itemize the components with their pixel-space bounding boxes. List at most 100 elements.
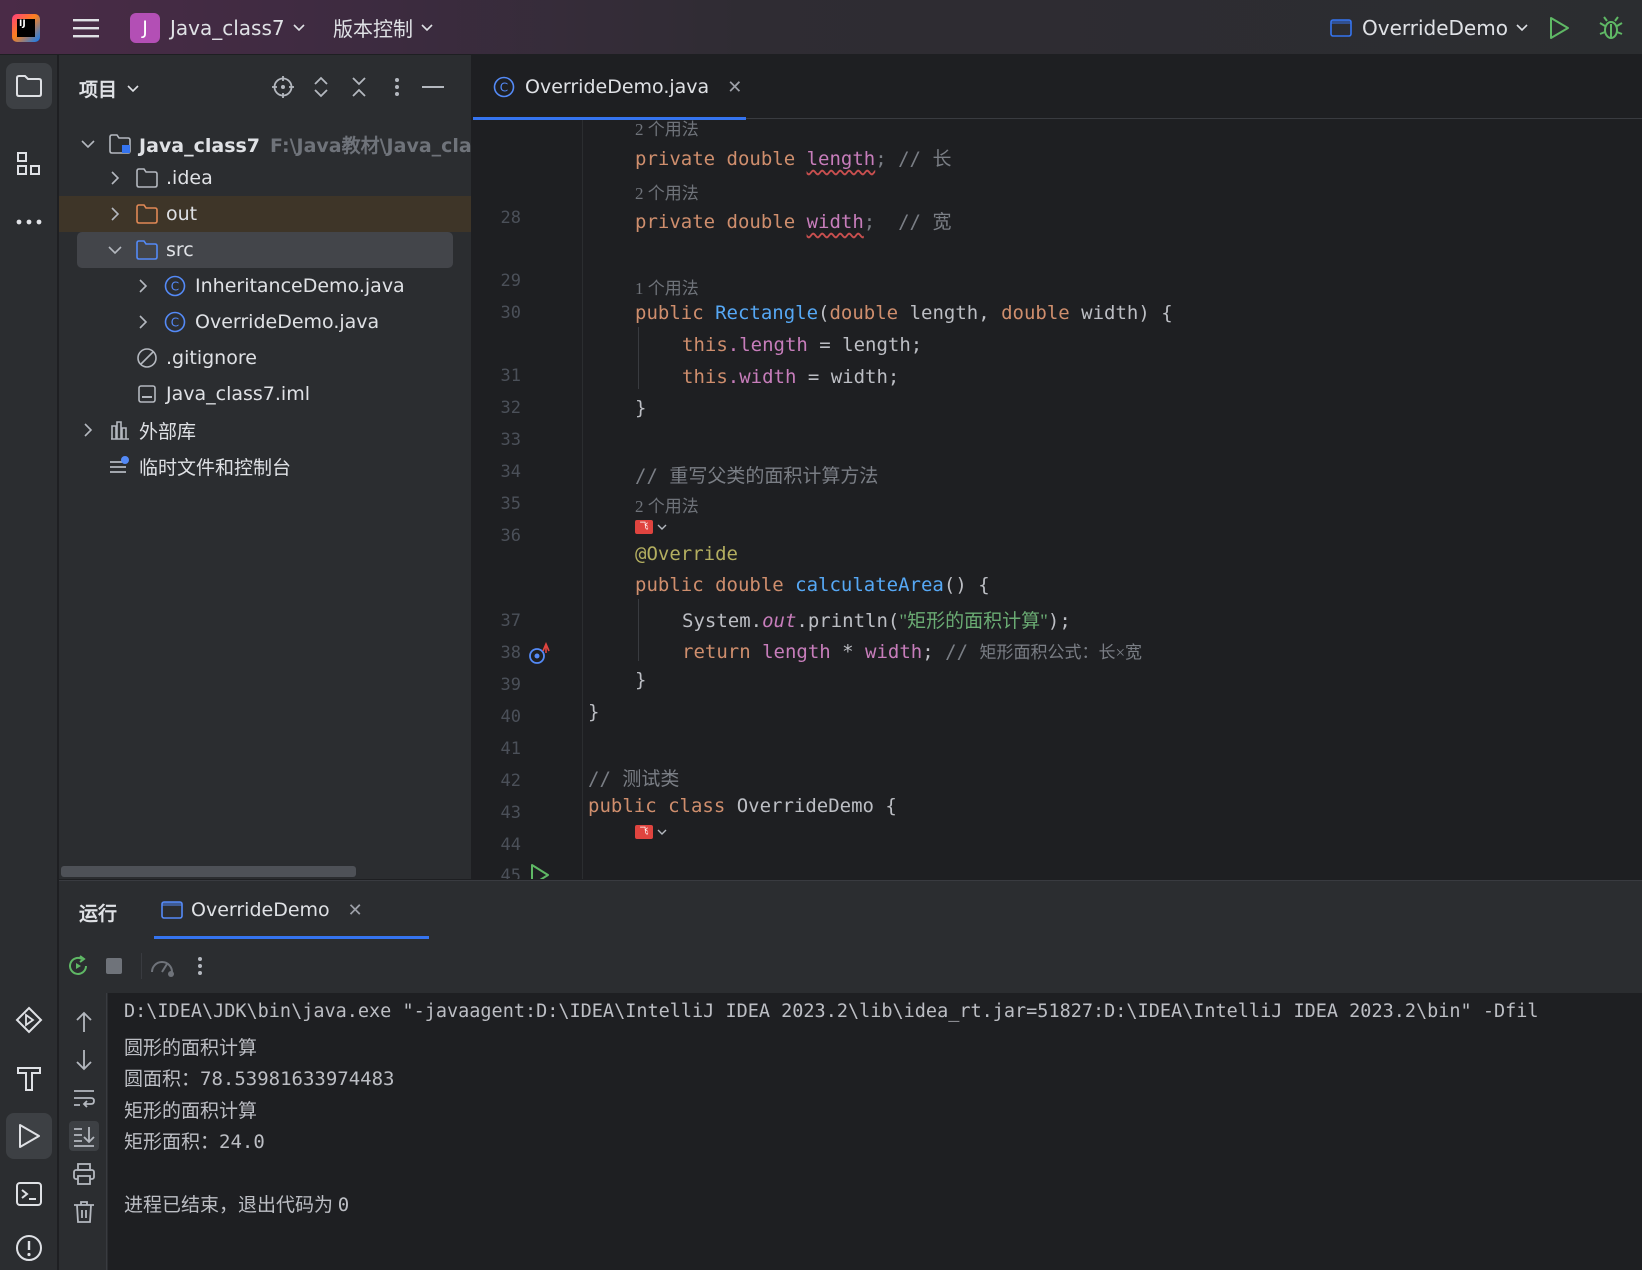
ignored-file-icon [136,347,158,369]
tree-node-scratches[interactable]: 临时文件和控制台 [59,448,471,484]
svg-text:C: C [171,316,179,330]
chevron-down-icon [293,23,305,31]
code-token: // [635,465,670,487]
chevron-right-icon[interactable] [134,313,152,331]
tree-node-root[interactable]: Java_class7 F:\Java教材\Java_clas [59,126,471,162]
hide-panel-button[interactable] [421,75,445,99]
run-gutter-icon[interactable] [529,863,551,879]
debug-button[interactable] [1598,0,1624,55]
code-line-37: @Override [635,543,738,565]
run-tool-button[interactable] [6,1113,52,1159]
code-line-29: private double width; // 宽 [635,207,951,234]
console-output[interactable]: D:\IDEA\JDK\bin\java.exe "-javaagent:D:\… [108,993,1642,1270]
chevron-right-icon[interactable] [106,205,124,223]
project-panel-header: 项目 [59,55,471,119]
rerun-button[interactable] [65,953,91,979]
chevron-down-icon[interactable] [79,135,97,153]
trash-icon [74,1201,94,1223]
tree-node-idea[interactable]: .idea [59,160,471,196]
chevron-right-icon[interactable] [106,169,124,187]
code-comment: 重写父类的面积计算方法 [669,466,879,487]
structure-tool-button[interactable] [6,141,52,187]
code-token: public class [588,795,737,817]
code-line-42: } [588,701,600,723]
stop-button[interactable] [101,953,127,979]
override-marker-icon[interactable] [527,642,551,666]
code-token: .width [727,366,797,388]
intellij-logo-icon[interactable]: IJ [12,0,44,55]
line-number: 35 [500,494,521,514]
collapse-all-button[interactable] [347,75,371,99]
options-button[interactable] [385,75,409,99]
code-token: Rectangle [715,302,819,324]
usage-hint[interactable]: 2 个用法 [635,115,699,140]
scroll-to-end-button[interactable] [69,1121,99,1151]
soft-wrap-button[interactable] [69,1083,99,1113]
scroll-down-button[interactable] [69,1045,99,1075]
tree-node-out[interactable]: out [59,196,471,232]
feishu-plugin-hint[interactable]: 飞 [635,520,667,534]
main-menu-button[interactable] [70,0,102,55]
profiler-button[interactable] [149,953,175,979]
code-token: ; // [863,211,933,233]
services-tool-button[interactable] [6,997,52,1043]
code-token: this [682,334,728,356]
expand-all-button[interactable] [309,75,333,99]
usage-hint[interactable]: 1 个用法 [635,274,699,299]
chevron-down-icon[interactable] [106,241,124,259]
vcs-menu[interactable]: 版本控制 [333,0,433,55]
usage-hint[interactable]: 2 个用法 [635,492,699,517]
console-output-line: 矩形面积：24.0 [124,1127,265,1154]
chevron-down-icon [657,829,667,835]
module-file-icon [136,383,158,405]
scroll-up-button[interactable] [69,1007,99,1037]
console-output-line: 矩形的面积计算 [124,1101,258,1122]
library-icon [109,419,131,441]
close-icon[interactable]: ✕ [727,77,742,98]
tree-node-external-libraries[interactable]: 外部库 [59,412,471,448]
horizontal-scrollbar[interactable] [61,866,356,877]
problems-tool-button[interactable] [6,1225,52,1270]
project-panel-title-button[interactable]: 项目 [79,75,139,102]
code-line-34: } [635,397,647,419]
feishu-plugin-hint[interactable]: 飞 [635,825,667,839]
terminal-tool-button[interactable] [6,1171,52,1217]
usage-hint[interactable]: 2 个用法 [635,179,699,204]
tree-node-iml[interactable]: Java_class7.iml [59,376,471,412]
run-tab-override-demo[interactable]: OverrideDemo ✕ [159,881,429,939]
line-number: 30 [500,303,521,323]
code-token: length [806,148,876,170]
tree-node-override-demo[interactable]: C OverrideDemo.java [59,304,471,340]
more-options-button[interactable] [187,953,213,979]
project-switcher[interactable]: J Java_class7 [130,0,305,55]
chevron-right-icon[interactable] [79,421,97,439]
line-number: 41 [500,739,521,759]
line-number: 34 [500,462,521,482]
collapse-icon [352,77,366,97]
editor-tab-override-demo[interactable]: C OverrideDemo.java ✕ [473,55,746,120]
code-token: ; [922,641,946,663]
code-token: double [829,302,899,324]
tree-node-gitignore[interactable]: .gitignore [59,340,471,376]
java-class-icon: C [493,76,515,98]
console-text: 矩形面积： [124,1132,220,1153]
tree-node-src[interactable]: src [77,232,453,268]
tree-node-inheritance-demo[interactable]: C InheritanceDemo.java [59,268,471,304]
code-token: OverrideDemo { [736,795,897,817]
chevron-right-icon[interactable] [134,277,152,295]
code-editor[interactable]: C OverrideDemo.java ✕ 28 29 30 31 32 33 … [473,55,1642,879]
feishu-icon: 飞 [635,825,653,839]
run-button[interactable] [1548,0,1570,55]
run-configuration-selector[interactable]: OverrideDemo [1330,0,1528,55]
code-line-33: this.width = width; [682,366,899,388]
clear-console-button[interactable] [69,1197,99,1227]
build-tool-button[interactable] [6,1055,52,1101]
module-folder-icon [109,133,131,155]
project-tool-button[interactable] [6,63,52,109]
more-tools-button[interactable] [6,199,52,245]
code-token: System. [682,610,763,632]
close-icon[interactable]: ✕ [348,900,363,921]
locate-file-button[interactable] [271,75,295,99]
print-button[interactable] [69,1159,99,1189]
tree-label-root: Java_class7 [139,134,261,157]
